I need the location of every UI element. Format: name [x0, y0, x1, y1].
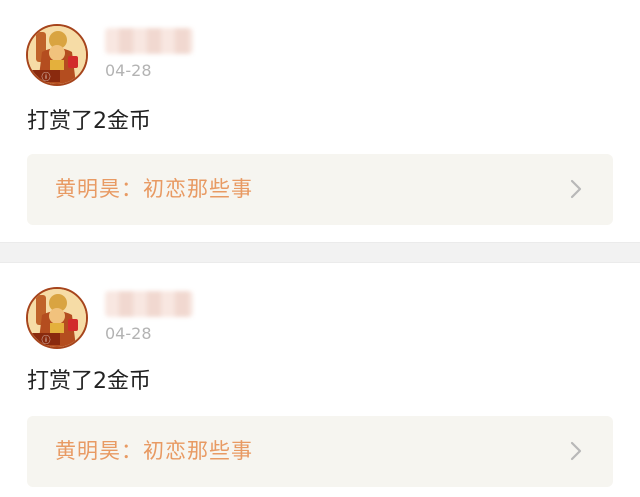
- content-link-card[interactable]: 黄明昊：初恋那些事: [27, 154, 613, 225]
- reward-feed: ⓘ 04-28 打赏了2金币 黄明昊：初恋那些事 ⓘ 04-28 打赏了2金币 …: [0, 0, 640, 497]
- feed-item: ⓘ 04-28 打赏了2金币 黄明昊：初恋那些事: [0, 263, 640, 497]
- reward-message: 打赏了2金币: [27, 109, 151, 134]
- chevron-right-icon: [569, 178, 583, 200]
- svg-text:ⓘ: ⓘ: [41, 335, 50, 346]
- feed-item: ⓘ 04-28 打赏了2金币 黄明昊：初恋那些事: [0, 0, 640, 242]
- content-link-title: 黄明昊：初恋那些事: [55, 177, 253, 201]
- avatar-illustration: ⓘ: [28, 289, 86, 347]
- avatar-illustration: ⓘ: [28, 26, 86, 84]
- user-avatar-icon[interactable]: ⓘ: [26, 24, 88, 86]
- content-link-card[interactable]: 黄明昊：初恋那些事: [27, 416, 613, 487]
- chevron-right-icon: [569, 440, 583, 462]
- username-blurred[interactable]: [105, 28, 193, 54]
- reward-message: 打赏了2金币: [27, 369, 151, 394]
- username-blurred[interactable]: [105, 291, 193, 317]
- item-divider: [0, 242, 640, 263]
- svg-text:ⓘ: ⓘ: [41, 72, 50, 83]
- post-date: 04-28: [105, 324, 152, 343]
- content-link-title: 黄明昊：初恋那些事: [55, 439, 253, 463]
- post-date: 04-28: [105, 61, 152, 80]
- user-avatar-icon[interactable]: ⓘ: [26, 287, 88, 349]
